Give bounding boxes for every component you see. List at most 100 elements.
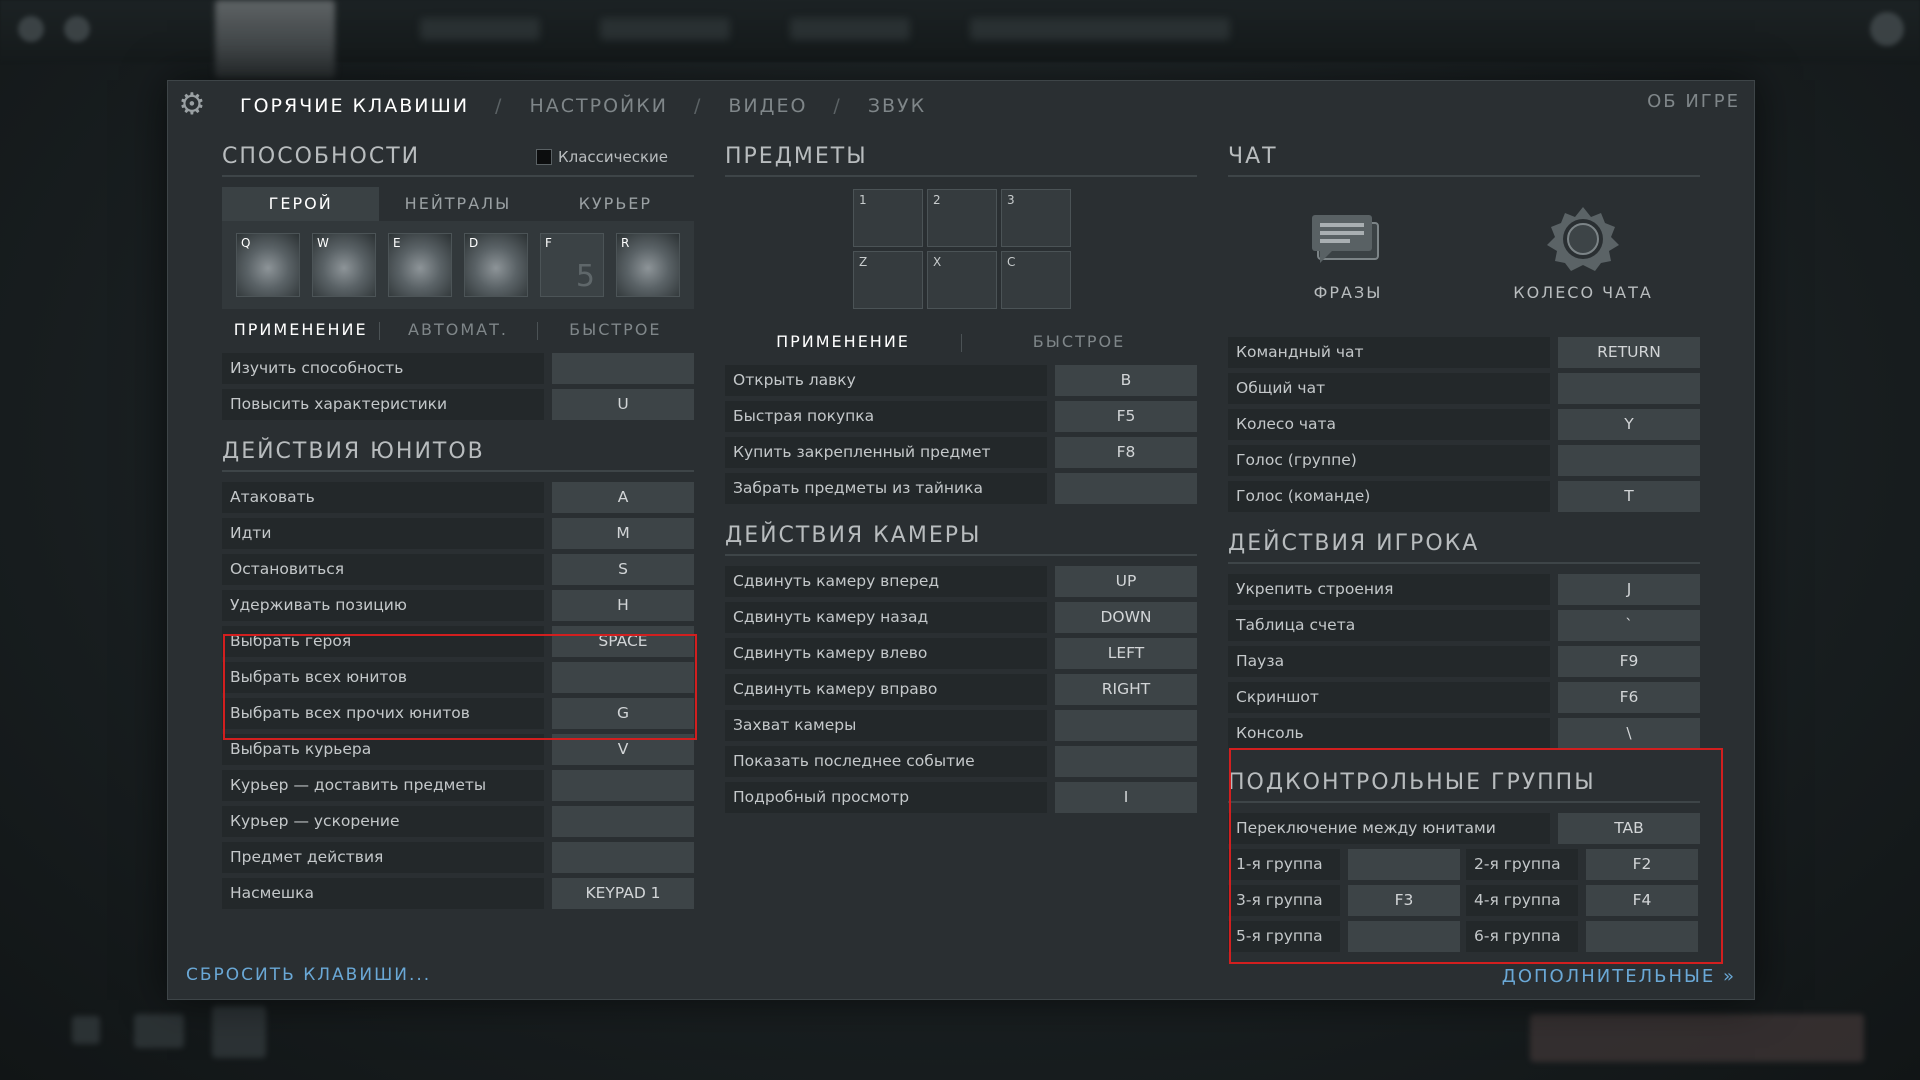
- reset-hotkeys-link[interactable]: СБРОСИТЬ КЛАВИШИ...: [186, 965, 431, 985]
- hotkey-field[interactable]: F6: [1558, 682, 1700, 713]
- section-title-unit-actions: ДЕЙСТВИЯ ЮНИТОВ: [222, 434, 694, 472]
- hotkey-row: Атаковать A: [222, 482, 694, 513]
- mode-quick[interactable]: БЫСТРОЕ: [536, 320, 694, 340]
- mode-auto[interactable]: АВТОМАТ.: [379, 320, 536, 340]
- ability-slot-f[interactable]: F5: [540, 233, 604, 297]
- hotkey-row: Голос (группе): [1228, 445, 1700, 476]
- hotkey-field[interactable]: F3: [1348, 885, 1460, 916]
- mode-apply[interactable]: ПРИМЕНЕНИЕ: [725, 332, 961, 351]
- subtab-courier[interactable]: КУРЬЕР: [537, 187, 694, 221]
- hotkey-row: Удерживать позицию H: [222, 590, 694, 621]
- ability-slot-w[interactable]: W: [312, 233, 376, 297]
- hotkey-field[interactable]: F9: [1558, 646, 1700, 677]
- column-abilities: СПОСОБНОСТИ Классические ГЕРОЙ НЕЙТРАЛЫ …: [222, 139, 694, 914]
- hotkey-field[interactable]: J: [1558, 574, 1700, 605]
- hotkey-field[interactable]: UP: [1055, 566, 1197, 597]
- tab-sound[interactable]: ЗВУК: [868, 95, 926, 117]
- hotkey-row: Колесо чата Y: [1228, 409, 1700, 440]
- ability-slot-q[interactable]: Q: [236, 233, 300, 297]
- hotkey-field[interactable]: G: [552, 698, 694, 729]
- hotkey-field[interactable]: RETURN: [1558, 337, 1700, 368]
- subtab-hero[interactable]: ГЕРОЙ: [222, 187, 380, 221]
- hotkey-field[interactable]: F5: [1055, 401, 1197, 432]
- hotkey-field[interactable]: V: [552, 734, 694, 765]
- hotkey-row: Сдвинуть камеру влево LEFT: [725, 638, 1197, 669]
- hotkey-field[interactable]: [1558, 445, 1700, 476]
- chat-phrases[interactable]: ФРАЗЫ: [1258, 207, 1438, 302]
- hotkey-field[interactable]: [552, 806, 694, 837]
- item-slots: 1 2 3 Z X C: [725, 189, 1197, 313]
- hotkey-field[interactable]: B: [1055, 365, 1197, 396]
- subtab-neutrals[interactable]: НЕЙТРАЛЫ: [379, 187, 536, 221]
- hotkey-field[interactable]: [1055, 710, 1197, 741]
- hotkey-row: Изучить способность: [222, 353, 694, 384]
- disconnect-button: [1530, 1014, 1864, 1062]
- hotkey-field[interactable]: KEYPAD 1: [552, 878, 694, 909]
- hotkey-field[interactable]: [1348, 921, 1460, 952]
- ability-slot-e[interactable]: E: [388, 233, 452, 297]
- avatar: [1870, 12, 1904, 46]
- item-slot[interactable]: 3: [1001, 189, 1071, 247]
- hotkey-field[interactable]: I: [1055, 782, 1197, 813]
- hotkey-row: Укрепить строения J: [1228, 574, 1700, 605]
- hotkey-field[interactable]: S: [552, 554, 694, 585]
- gear-icon[interactable]: ⚙: [176, 89, 208, 121]
- tab-video[interactable]: ВИДЕО: [728, 95, 807, 117]
- item-slot[interactable]: 1: [853, 189, 923, 247]
- hotkey-row: Предмет действия: [222, 842, 694, 873]
- tab-hotkeys[interactable]: ГОРЯЧИЕ КЛАВИШИ: [240, 95, 469, 117]
- hotkey-field[interactable]: RIGHT: [1055, 674, 1197, 705]
- hotkey-row: Скриншот F6: [1228, 682, 1700, 713]
- hotkey-field[interactable]: A: [552, 482, 694, 513]
- hotkey-field[interactable]: [552, 662, 694, 693]
- hotkey-field[interactable]: [552, 842, 694, 873]
- mode-quick[interactable]: БЫСТРОЕ: [961, 332, 1197, 352]
- mode-apply[interactable]: ПРИМЕНЕНИЕ: [222, 320, 379, 339]
- hotkey-field[interactable]: F2: [1586, 849, 1698, 880]
- hotkey-field[interactable]: [1055, 746, 1197, 777]
- section-title-abilities: СПОСОБНОСТИ Классические: [222, 139, 694, 177]
- hotkey-row: Голос (команде) T: [1228, 481, 1700, 512]
- hotkey-field[interactable]: [1586, 921, 1698, 952]
- hotkey-field[interactable]: [1055, 473, 1197, 504]
- social-icon: [72, 1016, 100, 1044]
- advanced-link[interactable]: ДОПОЛНИТЕЛЬНЫЕ »: [1502, 966, 1736, 987]
- hotkey-field[interactable]: Y: [1558, 409, 1700, 440]
- ability-modes: ПРИМЕНЕНИЕ АВТОМАТ. БЫСТРОЕ: [222, 313, 694, 345]
- tab-settings[interactable]: НАСТРОЙКИ: [529, 95, 668, 117]
- hotkey-field[interactable]: `: [1558, 610, 1700, 641]
- hotkey-field[interactable]: H: [552, 590, 694, 621]
- hotkey-field[interactable]: M: [552, 518, 694, 549]
- hotkey-field[interactable]: TAB: [1558, 813, 1700, 844]
- item-slot[interactable]: 2: [927, 189, 997, 247]
- item-slot[interactable]: Z: [853, 251, 923, 309]
- checkbox-box[interactable]: [535, 149, 552, 165]
- hotkey-field[interactable]: F4: [1586, 885, 1698, 916]
- classic-checkbox[interactable]: Классические: [535, 139, 668, 175]
- group-row: 5-я группа 6-я группа: [1228, 921, 1700, 952]
- hotkey-field[interactable]: \: [1558, 718, 1700, 749]
- game-logo: [215, 0, 335, 78]
- hotkey-field[interactable]: DOWN: [1055, 602, 1197, 633]
- chat-options: ФРАЗЫ КОЛЕСО ЧАТА: [1228, 187, 1700, 337]
- hotkey-row: Забрать предметы из тайника: [725, 473, 1197, 504]
- hotkey-field[interactable]: [1558, 373, 1700, 404]
- hotkey-field[interactable]: U: [552, 389, 694, 420]
- chat-wheel-icon: [1547, 207, 1619, 271]
- hotkey-field[interactable]: [552, 770, 694, 801]
- hotkey-field[interactable]: F8: [1055, 437, 1197, 468]
- tab-about[interactable]: ОБ ИГРЕ: [1647, 91, 1740, 112]
- hotkey-field[interactable]: [1348, 849, 1460, 880]
- hotkey-field[interactable]: [552, 353, 694, 384]
- ability-slot-d[interactable]: D: [464, 233, 528, 297]
- hotkey-field[interactable]: SPACE: [552, 626, 694, 657]
- column-items: ПРЕДМЕТЫ 1 2 3 Z X C ПРИМЕНЕНИЕ БЫСТРОЕ …: [725, 139, 1197, 818]
- chat-wheel[interactable]: КОЛЕСО ЧАТА: [1493, 207, 1673, 302]
- hotkey-field[interactable]: T: [1558, 481, 1700, 512]
- group-row: 3-я группа F3 4-я группа F4: [1228, 885, 1700, 916]
- hotkey-field[interactable]: LEFT: [1055, 638, 1197, 669]
- item-slot[interactable]: C: [1001, 251, 1071, 309]
- ability-slot-r[interactable]: R: [616, 233, 680, 297]
- item-slot[interactable]: X: [927, 251, 997, 309]
- hotkey-row: Сдвинуть камеру назад DOWN: [725, 602, 1197, 633]
